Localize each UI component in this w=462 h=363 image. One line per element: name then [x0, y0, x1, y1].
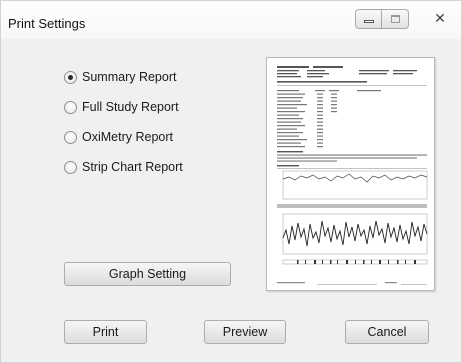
close-icon: ✕: [434, 10, 446, 26]
graph-setting-button[interactable]: Graph Setting: [64, 262, 231, 286]
radio-strip-chart-report[interactable]: Strip Chart Report: [64, 158, 183, 176]
radio-oximetry-report[interactable]: OxiMetry Report: [64, 128, 173, 146]
radio-label: Full Study Report: [82, 100, 179, 114]
report-preview-image: [267, 58, 434, 290]
radio-button[interactable]: [64, 70, 77, 84]
minimize-icon: [364, 20, 374, 23]
window-title: Print Settings: [8, 16, 86, 31]
print-button[interactable]: Print: [64, 320, 147, 344]
radio-button[interactable]: [64, 100, 77, 114]
dialog-body: Summary Report Full Study Report OxiMetr…: [2, 39, 461, 362]
close-button[interactable]: ✕: [428, 8, 452, 28]
minimize-button[interactable]: [355, 9, 382, 29]
maximize-button[interactable]: [382, 9, 409, 29]
radio-summary-report[interactable]: Summary Report: [64, 68, 176, 86]
radio-label: Summary Report: [82, 70, 177, 84]
radio-button[interactable]: [64, 160, 77, 174]
window-controls: [355, 9, 409, 29]
radio-label: Strip Chart Report: [82, 160, 183, 174]
report-preview-thumbnail: [266, 57, 435, 291]
title-bar[interactable]: Print Settings ✕: [1, 1, 461, 39]
radio-button[interactable]: [64, 130, 77, 144]
preview-button[interactable]: Preview: [204, 320, 286, 344]
cancel-button[interactable]: Cancel: [345, 320, 429, 344]
radio-full-study-report[interactable]: Full Study Report: [64, 98, 179, 116]
maximize-icon: [391, 15, 400, 23]
radio-label: OxiMetry Report: [82, 130, 173, 144]
print-settings-window: Print Settings ✕ Summary Report Full Stu…: [0, 0, 462, 363]
